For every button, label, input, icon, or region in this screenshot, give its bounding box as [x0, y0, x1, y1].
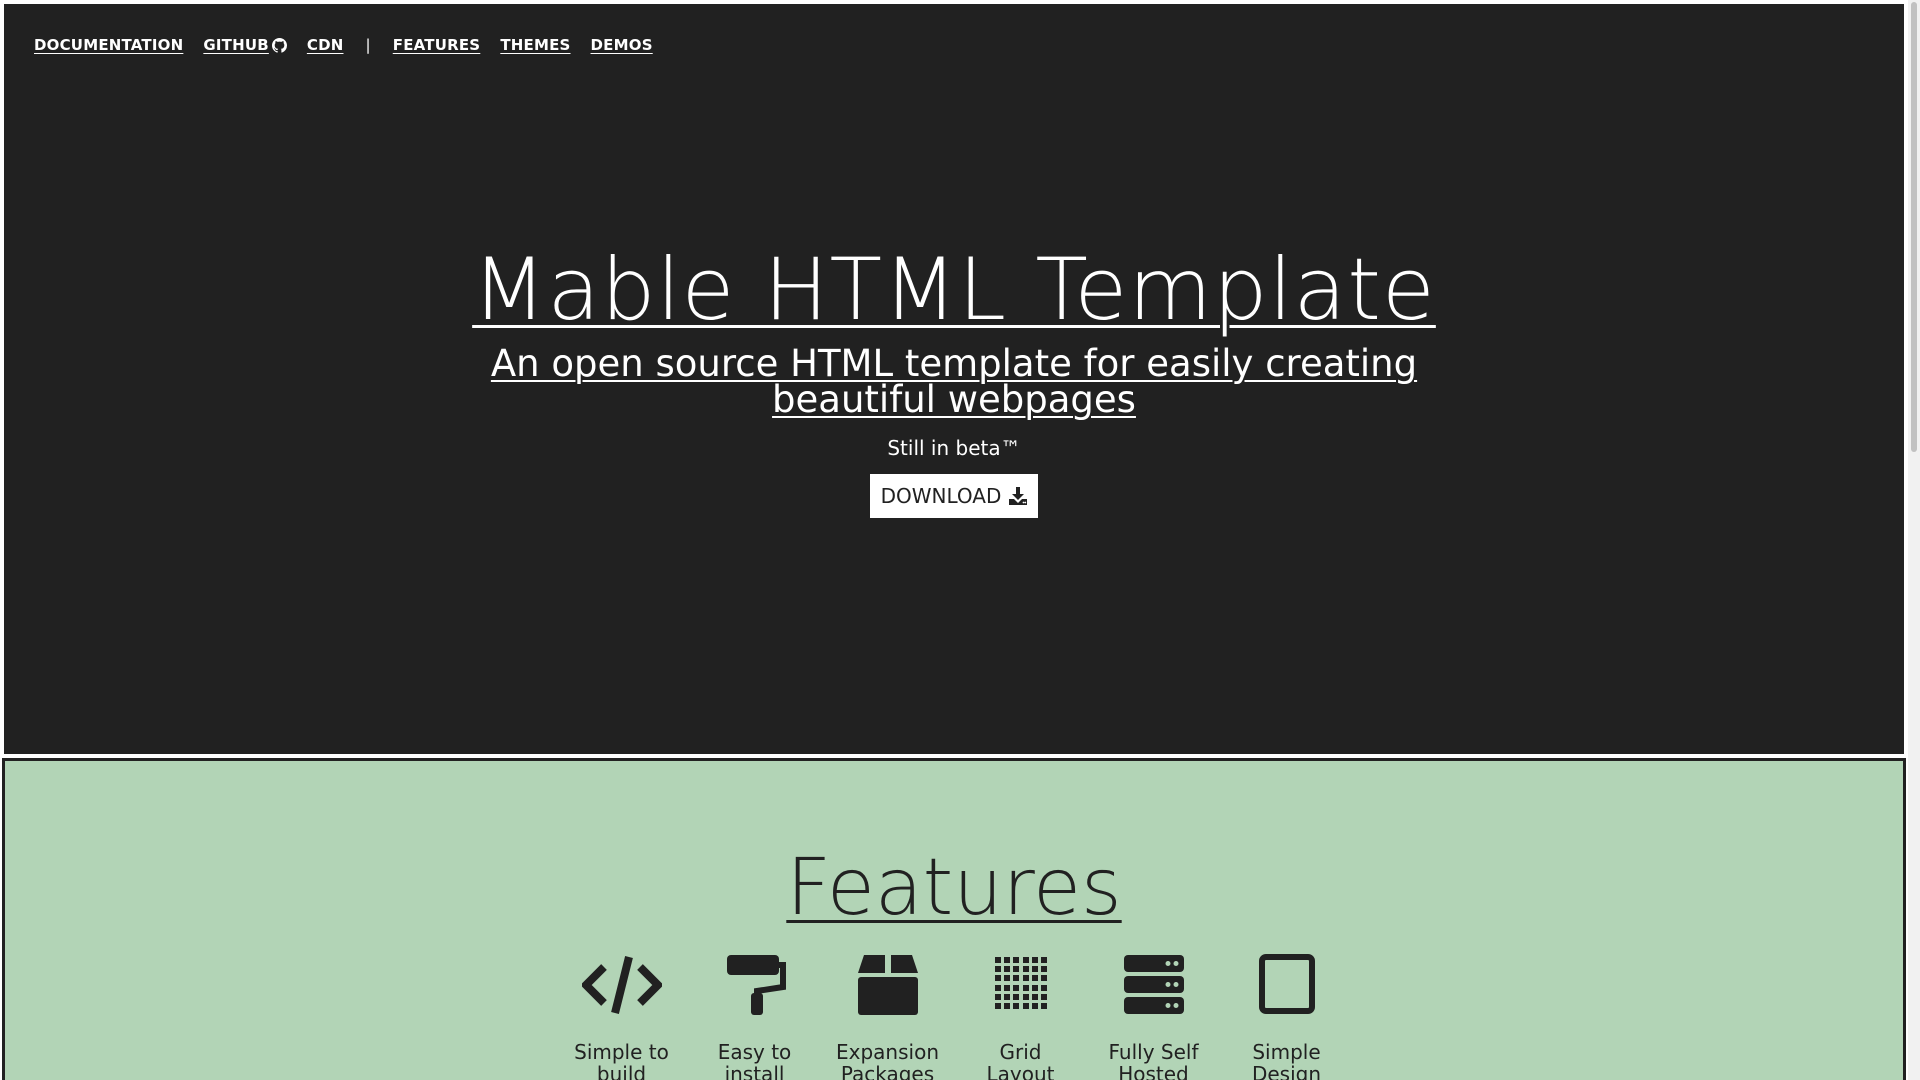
code-icon: [581, 956, 662, 1014]
hero-subtitle: An open source HTML template for easily …: [490, 342, 1418, 421]
nav-separator: |: [365, 36, 371, 54]
feature-label: Grid Layout: [986, 1040, 1055, 1080]
nav-documentation-link[interactable]: DOCUMENTATION: [34, 36, 183, 54]
features-row: Simple to build Easy to install Expansio…: [5, 953, 1903, 1080]
nav-github-label: GITHUB: [203, 36, 269, 54]
nav-github-link[interactable]: GITHUB: [203, 36, 287, 54]
feature-item: Fully Self Hosted: [1087, 953, 1220, 1080]
hero-title: Mable HTML Template: [472, 240, 1436, 340]
nav-features-link[interactable]: FEATURES: [393, 36, 481, 54]
top-nav: DOCUMENTATION GITHUB CDN | FEATURES THEM…: [34, 36, 673, 54]
hero-content: Mable HTML Template An open source HTML …: [4, 242, 1904, 518]
feature-item: Expansion Packages: [821, 953, 954, 1080]
feature-label: Fully Self Hosted: [1108, 1040, 1199, 1080]
grid-icon: [994, 957, 1047, 1009]
feature-label: Easy to install: [717, 1040, 792, 1080]
page: DOCUMENTATION GITHUB CDN | FEATURES THEM…: [0, 0, 1920, 1080]
feature-label: Simple to build: [574, 1040, 669, 1080]
features-section: Features Simple to build Easy to install: [2, 758, 1906, 1080]
feature-item: Grid Layout: [954, 953, 1087, 1080]
feature-item: Simple to build: [555, 953, 688, 1080]
page-scrollbar[interactable]: [1908, 0, 1920, 1080]
nav-demos-link[interactable]: DEMOS: [591, 36, 653, 54]
nav-cdn-link[interactable]: CDN: [307, 36, 344, 54]
download-icon: [1009, 487, 1028, 505]
download-label: DOWNLOAD: [880, 484, 1002, 508]
paint-roller-icon: [726, 955, 786, 1015]
scrollbar-thumb[interactable]: [1911, 2, 1917, 452]
server-icon: [1123, 955, 1184, 1014]
github-icon: [271, 37, 287, 53]
feature-item: Simple Design: [1220, 953, 1353, 1080]
nav-themes-link[interactable]: THEMES: [500, 36, 570, 54]
beta-note: Still in beta™: [887, 436, 1021, 460]
feature-label: Simple Design: [1251, 1040, 1322, 1080]
hero-section: DOCUMENTATION GITHUB CDN | FEATURES THEM…: [4, 4, 1904, 754]
box-icon: [857, 955, 918, 1015]
features-title: Features: [786, 843, 1122, 933]
feature-label: Expansion Packages: [836, 1040, 939, 1080]
square-icon: [1258, 954, 1315, 1014]
download-button[interactable]: DOWNLOAD: [869, 474, 1039, 518]
feature-item: Easy to install: [688, 953, 821, 1080]
